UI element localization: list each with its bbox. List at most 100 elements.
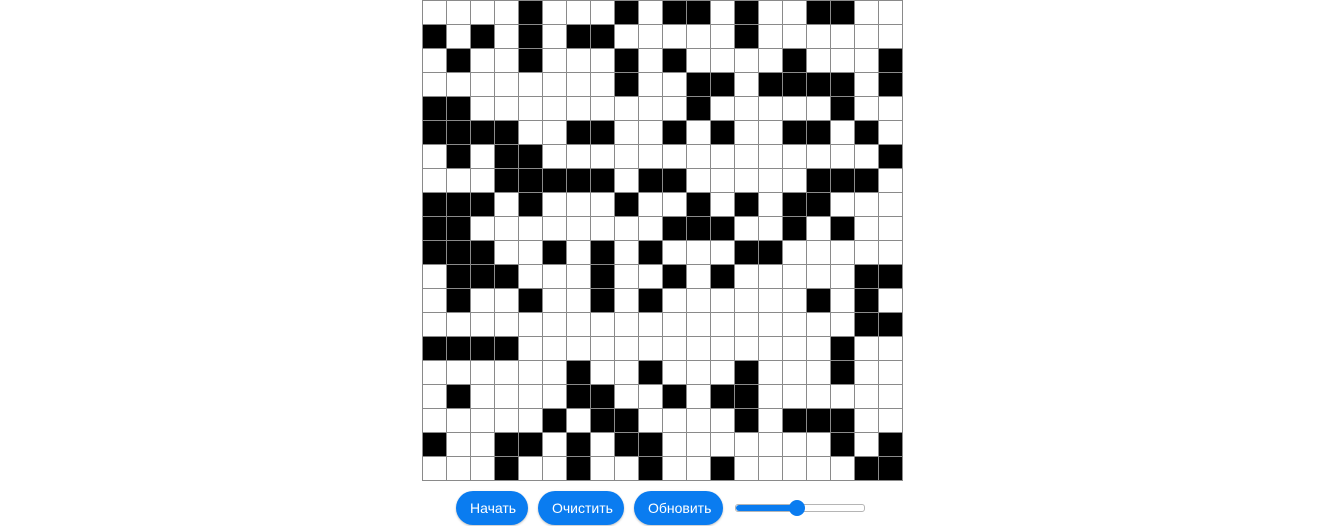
- grid-cell[interactable]: [518, 408, 542, 432]
- grid-cell[interactable]: [758, 432, 782, 456]
- grid-cell[interactable]: [686, 144, 710, 168]
- grid-cell[interactable]: [518, 312, 542, 336]
- grid-cell[interactable]: [494, 264, 518, 288]
- grid-cell[interactable]: [494, 408, 518, 432]
- grid-cell[interactable]: [590, 96, 614, 120]
- grid-cell[interactable]: [614, 72, 638, 96]
- grid-cell[interactable]: [590, 120, 614, 144]
- grid-cell[interactable]: [782, 408, 806, 432]
- grid-cell[interactable]: [782, 72, 806, 96]
- grid-cell[interactable]: [470, 168, 494, 192]
- grid-cell[interactable]: [614, 384, 638, 408]
- grid-cell[interactable]: [638, 312, 662, 336]
- grid-cell[interactable]: [614, 24, 638, 48]
- grid-cell[interactable]: [662, 120, 686, 144]
- grid-cell[interactable]: [806, 96, 830, 120]
- grid-cell[interactable]: [566, 336, 590, 360]
- grid-cell[interactable]: [518, 360, 542, 384]
- grid-cell[interactable]: [542, 336, 566, 360]
- grid-cell[interactable]: [638, 336, 662, 360]
- grid-cell[interactable]: [734, 120, 758, 144]
- grid-cell[interactable]: [734, 96, 758, 120]
- grid-cell[interactable]: [854, 24, 878, 48]
- grid-cell[interactable]: [566, 288, 590, 312]
- grid-cell[interactable]: [566, 216, 590, 240]
- grid-cell[interactable]: [806, 0, 830, 24]
- grid-cell[interactable]: [590, 408, 614, 432]
- grid-cell[interactable]: [854, 72, 878, 96]
- grid-cell[interactable]: [566, 48, 590, 72]
- grid-cell[interactable]: [494, 96, 518, 120]
- grid-cell[interactable]: [806, 192, 830, 216]
- grid-cell[interactable]: [782, 456, 806, 480]
- grid-cell[interactable]: [518, 432, 542, 456]
- grid-cell[interactable]: [566, 96, 590, 120]
- grid-cell[interactable]: [878, 456, 902, 480]
- grid-cell[interactable]: [734, 336, 758, 360]
- grid-cell[interactable]: [494, 168, 518, 192]
- grid-cell[interactable]: [638, 120, 662, 144]
- grid-cell[interactable]: [422, 360, 446, 384]
- grid-cell[interactable]: [734, 432, 758, 456]
- grid-cell[interactable]: [542, 0, 566, 24]
- grid-cell[interactable]: [878, 360, 902, 384]
- start-button[interactable]: Начать: [456, 491, 528, 525]
- grid-cell[interactable]: [542, 240, 566, 264]
- grid-cell[interactable]: [830, 336, 854, 360]
- grid-cell[interactable]: [470, 96, 494, 120]
- grid-cell[interactable]: [494, 192, 518, 216]
- grid-cell[interactable]: [446, 312, 470, 336]
- grid-cell[interactable]: [518, 336, 542, 360]
- grid-cell[interactable]: [566, 408, 590, 432]
- grid-cell[interactable]: [638, 96, 662, 120]
- grid-cell[interactable]: [758, 336, 782, 360]
- grid-cell[interactable]: [422, 168, 446, 192]
- grid-cell[interactable]: [638, 384, 662, 408]
- grid-cell[interactable]: [710, 24, 734, 48]
- grid-cell[interactable]: [854, 312, 878, 336]
- grid-cell[interactable]: [542, 72, 566, 96]
- grid-cell[interactable]: [686, 288, 710, 312]
- grid-cell[interactable]: [758, 408, 782, 432]
- grid-cell[interactable]: [878, 48, 902, 72]
- grid-cell[interactable]: [782, 144, 806, 168]
- grid-cell[interactable]: [446, 96, 470, 120]
- grid-cell[interactable]: [566, 240, 590, 264]
- grid-cell[interactable]: [662, 48, 686, 72]
- grid-cell[interactable]: [854, 144, 878, 168]
- grid-cell[interactable]: [590, 72, 614, 96]
- grid-cell[interactable]: [662, 96, 686, 120]
- grid-cell[interactable]: [494, 144, 518, 168]
- grid-cell[interactable]: [470, 312, 494, 336]
- grid-cell[interactable]: [854, 48, 878, 72]
- grid-cell[interactable]: [470, 0, 494, 24]
- grid-cell[interactable]: [518, 24, 542, 48]
- grid-cell[interactable]: [614, 408, 638, 432]
- grid-cell[interactable]: [614, 432, 638, 456]
- grid-cell[interactable]: [830, 168, 854, 192]
- grid-cell[interactable]: [686, 72, 710, 96]
- grid-cell[interactable]: [830, 432, 854, 456]
- grid-cell[interactable]: [830, 288, 854, 312]
- grid-cell[interactable]: [806, 216, 830, 240]
- grid-cell[interactable]: [854, 0, 878, 24]
- grid-cell[interactable]: [542, 96, 566, 120]
- grid-cell[interactable]: [854, 96, 878, 120]
- grid-cell[interactable]: [734, 240, 758, 264]
- grid-cell[interactable]: [806, 240, 830, 264]
- grid-cell[interactable]: [782, 192, 806, 216]
- grid-cell[interactable]: [494, 72, 518, 96]
- grid-cell[interactable]: [662, 336, 686, 360]
- grid-cell[interactable]: [590, 48, 614, 72]
- grid-cell[interactable]: [470, 456, 494, 480]
- grid-cell[interactable]: [446, 288, 470, 312]
- grid-cell[interactable]: [758, 384, 782, 408]
- grid-cell[interactable]: [710, 120, 734, 144]
- grid-cell[interactable]: [494, 312, 518, 336]
- grid-cell[interactable]: [494, 216, 518, 240]
- grid-cell[interactable]: [422, 408, 446, 432]
- grid-cell[interactable]: [734, 312, 758, 336]
- grid-cell[interactable]: [686, 336, 710, 360]
- grid-cell[interactable]: [422, 144, 446, 168]
- grid-cell[interactable]: [614, 120, 638, 144]
